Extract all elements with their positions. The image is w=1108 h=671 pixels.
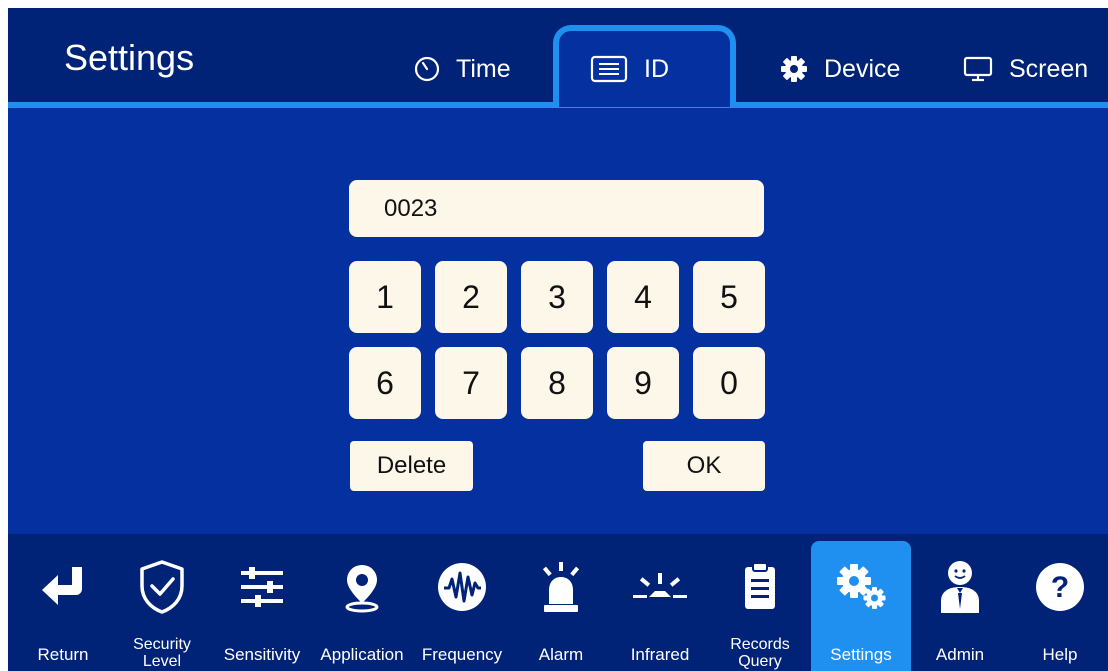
clipboard-icon — [745, 562, 775, 609]
tab-time-label: Time — [456, 54, 511, 83]
nav-item-infrared[interactable]: Infrared — [610, 541, 710, 671]
tab-time[interactable]: Time — [414, 46, 511, 92]
alarm-light-icon — [542, 562, 580, 612]
nav-item-alarm[interactable]: Alarm — [511, 541, 611, 671]
nav-item-security-level[interactable]: Security Level — [112, 541, 212, 671]
return-arrow-icon — [42, 567, 82, 605]
nav-label-sensitivity: Sensitivity — [223, 644, 301, 664]
tab-screen-label: Screen — [1009, 54, 1089, 83]
nav-label-admin: Admin — [935, 644, 985, 664]
key-3[interactable]: 3 — [521, 261, 593, 333]
settings-screen: Settings Time ID Device Screen 0023 1 2 … — [8, 8, 1108, 671]
nav-item-admin[interactable]: Admin — [910, 541, 1010, 671]
tab-id[interactable]: ID — [590, 46, 669, 92]
nav-label-application: Application — [320, 644, 404, 664]
shield-check-icon — [140, 560, 184, 614]
nav-label-infrared: Infrared — [630, 644, 690, 664]
key-8[interactable]: 8 — [521, 347, 593, 419]
nav-label-return: Return — [37, 644, 89, 664]
tab-screen[interactable]: Screen — [963, 46, 1088, 92]
nav-label-security-level: Security Level — [133, 636, 191, 670]
page-title: Settings — [64, 37, 195, 78]
nav-item-records-query[interactable]: Records Query — [710, 541, 810, 671]
help-icon: ? — [1036, 563, 1084, 611]
nav-label-alarm: Alarm — [538, 644, 584, 664]
key-5[interactable]: 5 — [693, 261, 765, 333]
key-6[interactable]: 6 — [349, 347, 421, 419]
gears-icon — [837, 564, 886, 609]
nav-label-records-query: Records Query — [730, 636, 790, 670]
key-2[interactable]: 2 — [435, 261, 507, 333]
nav-item-help[interactable]: ? Help — [1010, 541, 1108, 671]
key-0[interactable]: 0 — [693, 347, 765, 419]
id-input[interactable]: 0023 — [349, 180, 764, 237]
nav-item-settings[interactable]: Settings — [811, 541, 911, 671]
key-4[interactable]: 4 — [607, 261, 679, 333]
nav-item-frequency[interactable]: Frequency — [412, 541, 512, 671]
infrared-icon — [633, 573, 687, 598]
nav-item-sensitivity[interactable]: Sensitivity — [212, 541, 312, 671]
sliders-icon — [241, 567, 283, 607]
id-card-icon — [590, 55, 628, 83]
nav-label-settings: Settings — [830, 644, 892, 664]
delete-button[interactable]: Delete — [350, 441, 473, 491]
gear-icon — [781, 56, 807, 82]
key-1[interactable]: 1 — [349, 261, 421, 333]
nav-label-frequency: Frequency — [421, 644, 503, 664]
admin-person-icon — [941, 561, 979, 613]
key-9[interactable]: 9 — [607, 347, 679, 419]
key-7[interactable]: 7 — [435, 347, 507, 419]
location-pin-icon — [345, 565, 379, 613]
nav-label-help: Help — [1042, 644, 1078, 664]
ok-button[interactable]: OK — [643, 441, 765, 491]
monitor-icon — [963, 56, 993, 82]
nav-item-return[interactable]: Return — [13, 541, 113, 671]
tab-id-label: ID — [644, 54, 669, 83]
tab-device-label: Device — [824, 54, 901, 83]
clock-icon — [414, 56, 440, 82]
svg-text:?: ? — [1051, 571, 1069, 604]
waveform-icon — [438, 563, 486, 611]
tab-device[interactable]: Device — [780, 46, 900, 92]
nav-item-application[interactable]: Application — [312, 541, 412, 671]
